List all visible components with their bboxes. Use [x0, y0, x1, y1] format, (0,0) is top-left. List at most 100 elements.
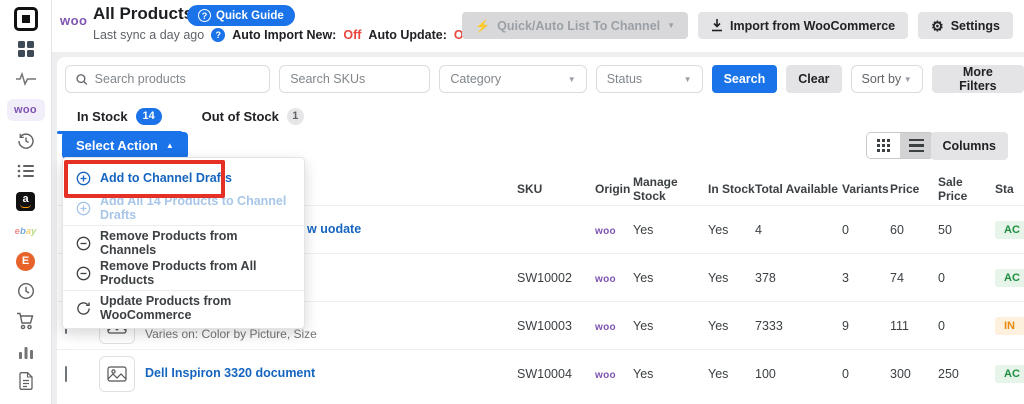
menu-item-remove-from-all-products[interactable]: Remove Products from All Products: [63, 258, 304, 288]
menu-item-update-from-woocommerce[interactable]: Update Products from WooCommerce: [63, 293, 304, 323]
grid-view-button[interactable]: [867, 133, 900, 158]
col-in-stock: In Stock: [708, 182, 755, 196]
chevron-down-icon: ▼: [667, 21, 676, 30]
search-icon: [76, 73, 88, 85]
select-action-label: Select Action: [76, 138, 158, 153]
etsy-icon[interactable]: E: [9, 251, 43, 271]
cell-price: 60: [890, 222, 904, 237]
cell-in-stock: Yes: [708, 222, 729, 237]
dashboard-icon[interactable]: [9, 39, 43, 59]
cell-sku: SW10002: [517, 270, 572, 285]
sync-status-line: Last sync a day ago ? Auto Import New: O…: [93, 28, 472, 42]
col-total-available: Total Available: [755, 182, 838, 196]
filter-bar: Category ▼ Status ▼ Search Clear Sort by…: [65, 65, 1024, 93]
auto-import-value: Off: [343, 28, 362, 42]
cell-manage-stock: Yes: [633, 366, 654, 381]
cell-in-stock: Yes: [708, 318, 729, 333]
help-icon[interactable]: ?: [211, 28, 226, 42]
out-of-stock-tab-label: Out of Stock: [201, 108, 279, 124]
search-button[interactable]: Search: [711, 65, 778, 93]
refresh-icon: [77, 301, 90, 315]
sidebar-item-woocommerce[interactable]: woo: [6, 99, 45, 121]
cell-total-available: 100: [755, 366, 776, 381]
list-view-icon: [909, 138, 924, 153]
woo-sidebar-label: woo: [14, 104, 37, 116]
cart-icon[interactable]: [9, 311, 43, 331]
quick-auto-list-button[interactable]: ⚡ Quick/Auto List To Channel ▼: [462, 12, 689, 39]
list-view-button[interactable]: [900, 133, 933, 158]
settings-button[interactable]: ⚙ Settings: [918, 12, 1013, 39]
activity-icon[interactable]: [9, 69, 43, 89]
menu-item-add-all-to-channel-drafts[interactable]: Add All 14 Products to Channel Drafts: [63, 193, 304, 223]
status-select[interactable]: Status ▼: [595, 65, 703, 93]
quick-guide-button[interactable]: ? Quick Guide: [187, 5, 295, 26]
clear-button[interactable]: Clear: [786, 65, 842, 93]
cell-manage-stock: Yes: [633, 222, 654, 237]
origin-woo-badge: woo: [595, 273, 616, 285]
in-stock-count-badge: 14: [135, 107, 162, 125]
cell-sku: SW10004: [517, 366, 572, 381]
minus-circle-icon: [76, 266, 91, 280]
tab-in-stock[interactable]: In Stock 14: [57, 101, 182, 134]
ebay-icon[interactable]: ebay: [9, 221, 43, 241]
status-badge: AC: [995, 220, 1024, 239]
bar-chart-icon[interactable]: [9, 341, 43, 361]
product-name-link[interactable]: Dell Inspiron 3320 document: [145, 366, 315, 380]
product-image-placeholder-icon: [99, 355, 135, 392]
cell-price: 111: [890, 318, 910, 333]
origin-woo-badge: woo: [595, 321, 616, 333]
cell-total-available: 7333: [755, 318, 783, 333]
sort-by-label: Sort by: [861, 72, 902, 86]
amazon-icon[interactable]: a: [9, 191, 43, 211]
category-select[interactable]: Category ▼: [439, 65, 587, 93]
cell-price: 74: [890, 270, 904, 285]
columns-button[interactable]: Columns: [930, 132, 1008, 160]
header-buttons: ⚡ Quick/Auto List To Channel ▼ Import fr…: [462, 12, 1013, 39]
sort-by-select[interactable]: Sort by ▼: [850, 65, 923, 93]
gear-icon: ⚙: [931, 17, 944, 34]
quick-auto-list-label: Quick/Auto List To Channel: [497, 18, 661, 33]
sidebar: woo a ebay E: [0, 0, 52, 404]
search-products-input[interactable]: [94, 72, 260, 86]
in-stock-tab-label: In Stock: [77, 108, 128, 124]
cell-variants: 9: [842, 318, 849, 333]
select-action-button[interactable]: Select Action ▲: [62, 132, 188, 159]
stock-tabs: In Stock 14 Out of Stock 1: [57, 101, 324, 134]
status-label: Status: [606, 72, 643, 86]
menu-item-remove-from-channels[interactable]: Remove Products from Channels: [63, 228, 304, 258]
document-icon[interactable]: [9, 371, 43, 391]
import-label: Import from WooCommerce: [730, 18, 896, 33]
search-skus-input[interactable]: [290, 72, 420, 86]
question-icon: ?: [198, 9, 211, 22]
plus-circle-icon: [76, 201, 91, 215]
sync-history-icon[interactable]: [9, 131, 43, 151]
app-logo-icon[interactable]: [9, 7, 43, 31]
category-label: Category: [450, 72, 502, 86]
more-filters-button[interactable]: More Filters: [931, 65, 1024, 93]
top-bar: woo All Products ? Quick Guide Last sync…: [52, 0, 1024, 52]
row-checkbox[interactable]: [65, 365, 67, 382]
origin-woo-badge: woo: [595, 369, 616, 381]
woo-logo: woo: [60, 13, 88, 28]
download-icon: [712, 19, 723, 32]
cell-manage-stock: Yes: [633, 270, 654, 285]
app-screen: woo a ebay E woo All Products ? Quick Gu…: [0, 0, 1024, 404]
search-products-field: [65, 65, 271, 93]
cell-in-stock: Yes: [708, 270, 729, 285]
col-sku: SKU: [517, 182, 543, 196]
cell-total-available: 378: [755, 270, 776, 285]
cell-in-stock: Yes: [708, 366, 729, 381]
tab-out-of-stock[interactable]: Out of Stock 1: [182, 101, 324, 131]
search-skus-field: [279, 65, 431, 93]
clock-icon[interactable]: [9, 281, 43, 301]
menu-item-add-to-channel-drafts[interactable]: Add to Channel Drafts: [63, 163, 304, 193]
import-woocommerce-button[interactable]: Import from WooCommerce: [698, 12, 909, 39]
cell-total-available: 4: [755, 222, 762, 237]
lightning-icon: ⚡: [475, 18, 491, 33]
grid-view-icon: [877, 139, 890, 152]
list-icon[interactable]: [9, 161, 43, 181]
col-status: Sta: [995, 182, 1014, 196]
auto-import-label: Auto Import New:: [232, 28, 337, 42]
status-badge: AC: [995, 268, 1024, 287]
col-variants: Variants: [842, 182, 889, 196]
